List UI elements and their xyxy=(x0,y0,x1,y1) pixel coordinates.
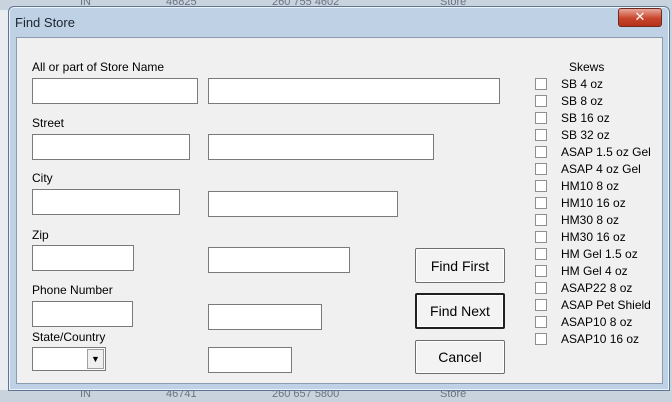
skew-label: ASAP 1.5 oz Gel xyxy=(561,144,651,159)
skew-label: ASAP10 8 oz xyxy=(561,314,633,329)
skew-option[interactable]: HM30 16 oz xyxy=(535,229,626,244)
close-icon: ✕ xyxy=(634,10,646,25)
skew-checkbox[interactable] xyxy=(535,77,547,90)
skew-checkbox[interactable] xyxy=(535,281,547,294)
skew-label: HM Gel 4 oz xyxy=(561,263,628,278)
skew-option[interactable]: ASAP22 8 oz xyxy=(535,280,632,295)
phone-input-2[interactable] xyxy=(208,304,322,330)
skew-label: ASAP Pet Shield xyxy=(561,297,651,312)
skew-label: HM30 16 oz xyxy=(561,229,626,244)
find-next-button[interactable]: Find Next xyxy=(415,293,505,329)
skews-heading: Skews xyxy=(569,60,605,74)
skew-label: SB 8 oz xyxy=(561,93,604,108)
skew-label: SB 16 oz xyxy=(561,110,610,125)
skew-label: HM Gel 1.5 oz xyxy=(561,246,638,261)
skew-checkbox[interactable] xyxy=(535,145,547,158)
skew-option[interactable]: HM Gel 1.5 oz xyxy=(535,246,638,261)
skew-label: ASAP22 8 oz xyxy=(561,280,633,295)
skew-checkbox[interactable] xyxy=(535,264,547,277)
street-input[interactable] xyxy=(32,134,190,160)
store-name-input[interactable] xyxy=(32,78,198,104)
state-input-2[interactable] xyxy=(208,347,292,373)
chevron-down-icon[interactable]: ▼ xyxy=(87,349,104,369)
skew-checkbox[interactable] xyxy=(535,298,547,311)
skew-checkbox[interactable] xyxy=(535,230,547,243)
title-bar[interactable]: Find Store ✕ xyxy=(9,7,669,37)
skew-checkbox[interactable] xyxy=(535,111,547,124)
skew-checkbox[interactable] xyxy=(535,315,547,328)
skew-option[interactable]: ASAP 4 oz Gel xyxy=(535,161,641,176)
zip-input[interactable] xyxy=(32,245,134,271)
street-label: Street xyxy=(32,116,65,130)
skew-label: HM10 8 oz xyxy=(561,178,620,193)
skew-option[interactable]: ASAP10 8 oz xyxy=(535,314,632,329)
zip-input-2[interactable] xyxy=(208,247,350,273)
street-input-2[interactable] xyxy=(208,134,434,160)
skew-label: ASAP10 16 oz xyxy=(561,331,640,346)
skew-checkbox[interactable] xyxy=(535,179,547,192)
skew-option[interactable]: HM10 8 oz xyxy=(535,178,619,193)
skew-option[interactable]: HM Gel 4 oz xyxy=(535,263,628,278)
find-store-dialog: Find Store ✕ All or part of Store Name S… xyxy=(8,6,670,391)
skew-label: HM10 16 oz xyxy=(561,195,626,210)
skew-checkbox[interactable] xyxy=(535,196,547,209)
skew-option[interactable]: ASAP 1.5 oz Gel xyxy=(535,144,651,159)
skew-checkbox[interactable] xyxy=(535,94,547,107)
phone-input[interactable] xyxy=(32,301,133,327)
skew-checkbox[interactable] xyxy=(535,128,547,141)
city-label: City xyxy=(32,171,53,185)
store-name-label: All or part of Store Name xyxy=(32,60,165,74)
zip-label: Zip xyxy=(32,228,49,242)
city-input-2[interactable] xyxy=(208,191,398,217)
skew-option[interactable]: SB 16 oz xyxy=(535,110,610,125)
skew-option[interactable]: SB 32 oz xyxy=(535,127,610,142)
skew-option[interactable]: HM30 8 oz xyxy=(535,212,619,227)
skew-checkbox[interactable] xyxy=(535,162,547,175)
close-button[interactable]: ✕ xyxy=(618,8,662,27)
phone-label: Phone Number xyxy=(32,283,113,297)
store-name-input-2[interactable] xyxy=(208,78,500,104)
skew-label: SB 4 oz xyxy=(561,76,604,91)
skew-option[interactable]: HM10 16 oz xyxy=(535,195,626,210)
dialog-title: Find Store xyxy=(15,15,75,30)
find-first-button[interactable]: Find First xyxy=(415,248,505,283)
skew-option[interactable]: ASAP Pet Shield xyxy=(535,297,651,312)
cancel-button[interactable]: Cancel xyxy=(415,340,505,374)
state-label: State/Country xyxy=(32,330,106,344)
skew-label: SB 32 oz xyxy=(561,127,610,142)
city-input[interactable] xyxy=(32,189,180,215)
skew-checkbox[interactable] xyxy=(535,213,547,226)
skew-option[interactable]: SB 4 oz xyxy=(535,76,603,91)
skew-checkbox[interactable] xyxy=(535,332,547,345)
skew-checkbox[interactable] xyxy=(535,247,547,260)
skew-label: HM30 8 oz xyxy=(561,212,620,227)
dialog-body: All or part of Store Name Street City Zi… xyxy=(16,37,663,384)
skew-label: ASAP 4 oz Gel xyxy=(561,161,641,176)
skew-option[interactable]: ASAP10 16 oz xyxy=(535,331,639,346)
state-select[interactable]: ▼ xyxy=(32,347,106,371)
skew-option[interactable]: SB 8 oz xyxy=(535,93,603,108)
